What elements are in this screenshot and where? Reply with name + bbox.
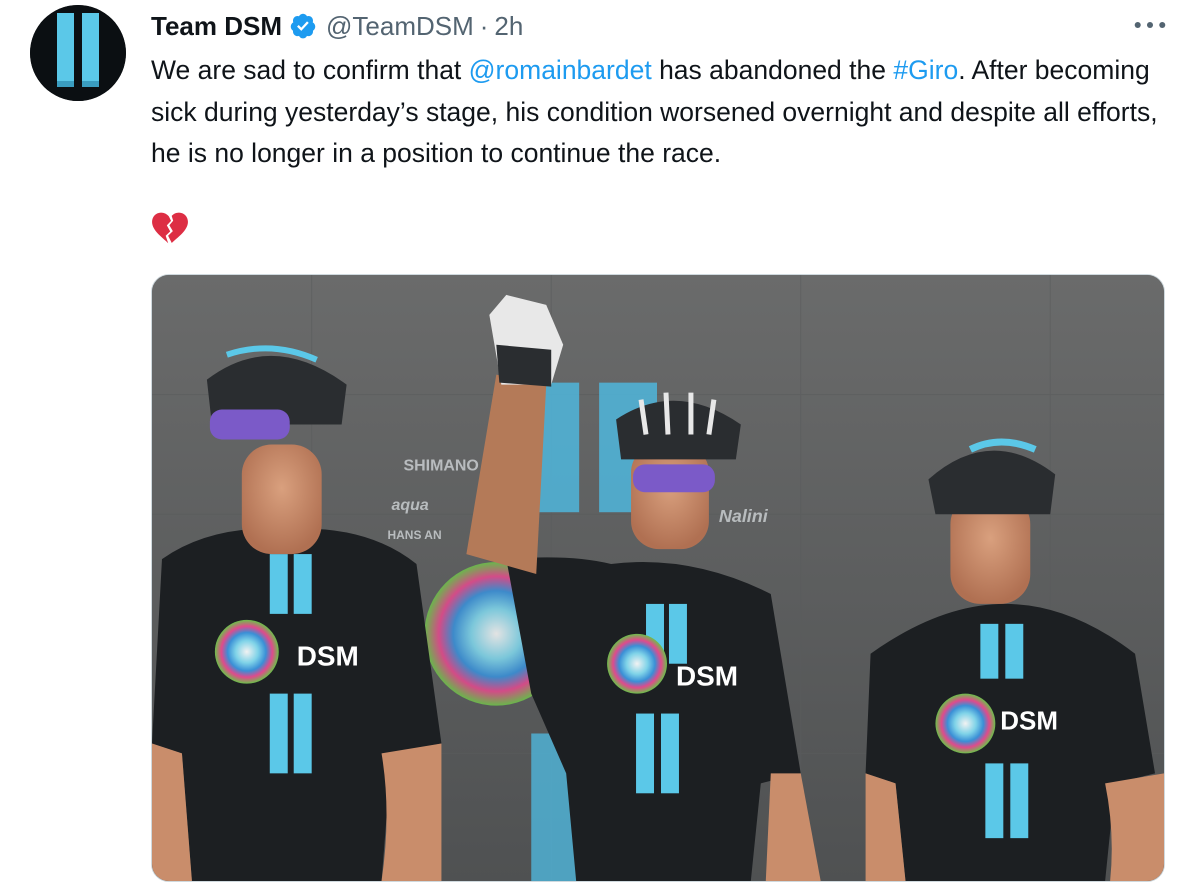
cyclists-photo: SHIMANO aqua HANS AN Nalini DSM DSM DSM bbox=[152, 275, 1164, 881]
verified-badge-icon bbox=[289, 12, 317, 40]
tweet-timestamp[interactable]: 2h bbox=[494, 11, 523, 42]
profile-avatar[interactable] bbox=[30, 5, 126, 101]
tweet-text-part-1: We are sad to confirm that bbox=[151, 55, 469, 85]
tweet-text: We are sad to confirm that @romainbardet… bbox=[151, 50, 1171, 175]
tweet-photo[interactable]: SHIMANO aqua HANS AN Nalini DSM DSM DSM bbox=[151, 274, 1165, 882]
team-dsm-logo-icon bbox=[30, 5, 126, 101]
hashtag-link[interactable]: #Giro bbox=[893, 55, 958, 85]
separator-dot: · bbox=[479, 10, 489, 41]
account-handle[interactable]: @TeamDSM bbox=[326, 11, 474, 42]
rider-centre-jersey-text: DSM bbox=[676, 661, 738, 692]
backdrop-text-2: aqua bbox=[392, 497, 429, 514]
rider-right-jersey-text: DSM bbox=[1000, 708, 1058, 736]
backdrop-text-4: Nalini bbox=[719, 506, 769, 526]
rider-left-jersey-text: DSM bbox=[297, 641, 359, 672]
more-options-icon[interactable] bbox=[1130, 10, 1170, 40]
backdrop-text-1: SHIMANO bbox=[404, 457, 479, 474]
tweet-header: Team DSM @TeamDSM · 2h bbox=[151, 6, 523, 46]
mention-link[interactable]: @romainbardet bbox=[469, 55, 652, 85]
broken-heart-icon bbox=[151, 210, 189, 248]
backdrop-text-3: HANS AN bbox=[388, 528, 442, 542]
tweet-text-part-2: has abandoned the bbox=[651, 55, 894, 85]
display-name[interactable]: Team DSM bbox=[151, 11, 282, 42]
